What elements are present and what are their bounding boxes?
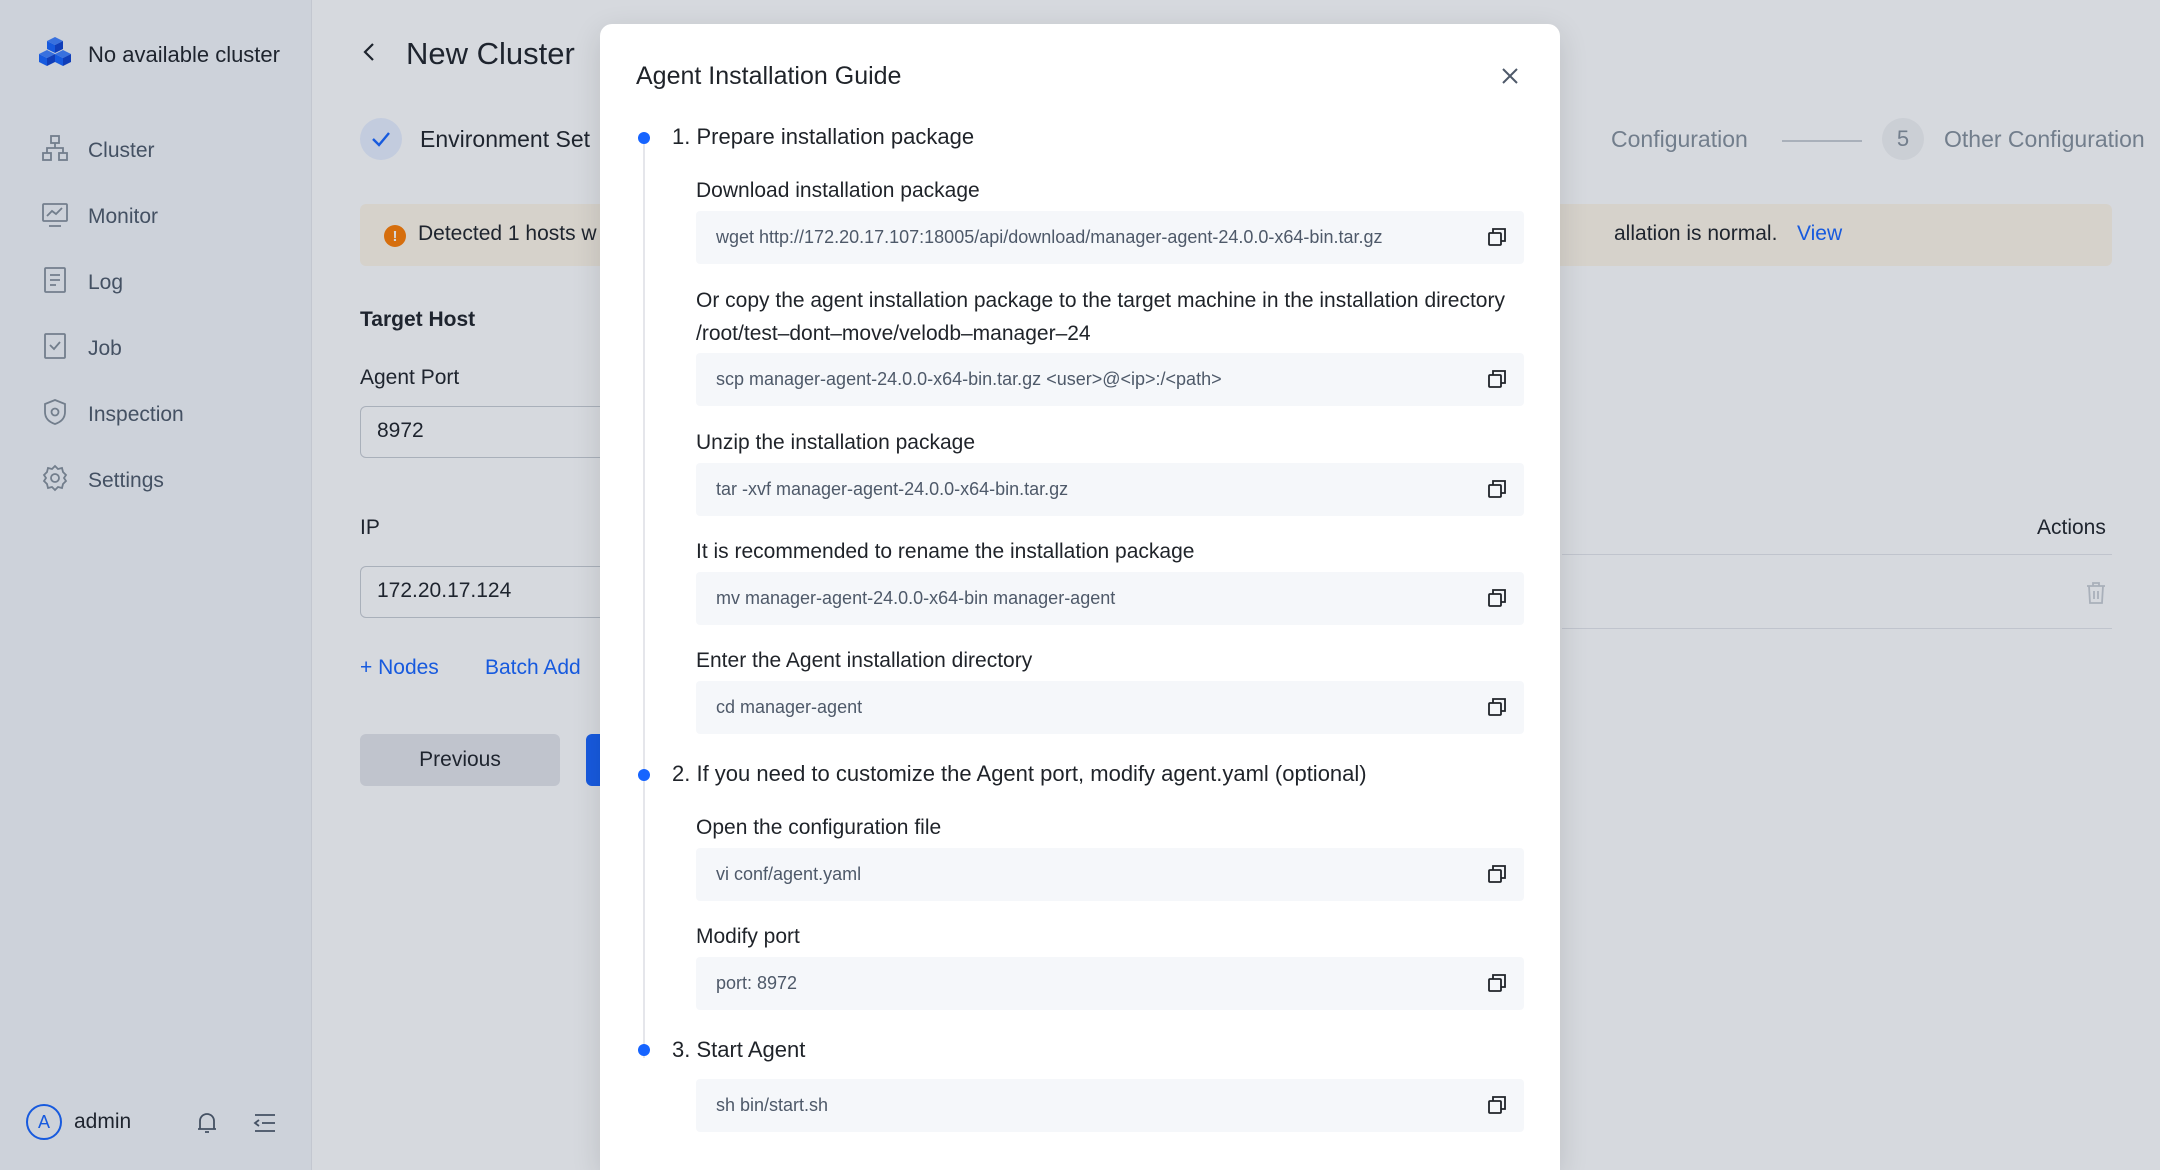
timeline-dot [638,1044,650,1056]
step-label: Open the configuration file [696,816,942,839]
copy-icon[interactable] [1486,587,1508,609]
code-text: scp manager-agent-24.0.0-x64-bin.tar.gz … [716,369,1222,389]
code-block: sh bin/start.sh [696,1079,1524,1132]
section-title: 3. Start Agent [672,1037,806,1062]
copy-icon[interactable] [1486,696,1508,718]
code-block: wget http://172.20.17.107:18005/api/down… [696,211,1524,264]
code-text: cd manager-agent [716,697,863,717]
code-text: sh bin/start.sh [716,1095,829,1115]
section-title: 2. If you need to customize the Agent po… [672,761,1367,786]
code-block: vi conf/agent.yaml [696,848,1524,901]
section-title: 1. Prepare installation package [672,124,975,149]
step-label: Unzip the installation package [696,431,976,454]
app-shell: No available cluster Cluster Monitor Log [0,0,2160,1170]
step-label: Enter the Agent installation directory [696,649,1033,672]
code-block: cd manager-agent [696,681,1524,734]
step-label: Or copy the agent installation package t… [696,289,1505,345]
code-block: port: 8972 [696,957,1524,1010]
close-icon[interactable] [1498,64,1522,88]
code-text: vi conf/agent.yaml [716,864,862,884]
code-block: scp manager-agent-24.0.0-x64-bin.tar.gz … [696,353,1524,406]
timeline-dot [638,769,650,781]
agent-installation-guide-dialog: Agent Installation Guide 1. Prepare inst… [600,24,1560,1170]
copy-icon[interactable] [1486,368,1508,390]
code-text: mv manager-agent-24.0.0-x64-bin manager-… [716,588,1116,608]
code-text: wget http://172.20.17.107:18005/api/down… [716,227,1383,247]
code-block: mv manager-agent-24.0.0-x64-bin manager-… [696,572,1524,625]
step-label: It is recommended to rename the installa… [696,540,1195,563]
code-text: port: 8972 [716,973,798,993]
code-text: tar -xvf manager-agent-24.0.0-x64-bin.ta… [716,479,1069,499]
dialog-title: Agent Installation Guide [636,62,902,90]
timeline-line [643,138,645,1058]
step-label: Modify port [696,925,800,948]
copy-icon[interactable] [1486,1094,1508,1116]
code-block: tar -xvf manager-agent-24.0.0-x64-bin.ta… [696,463,1524,516]
copy-icon[interactable] [1486,863,1508,885]
timeline-dot [638,132,650,144]
copy-icon[interactable] [1486,478,1508,500]
copy-icon[interactable] [1486,972,1508,994]
copy-icon[interactable] [1486,226,1508,248]
step-label: Download installation package [696,179,980,202]
